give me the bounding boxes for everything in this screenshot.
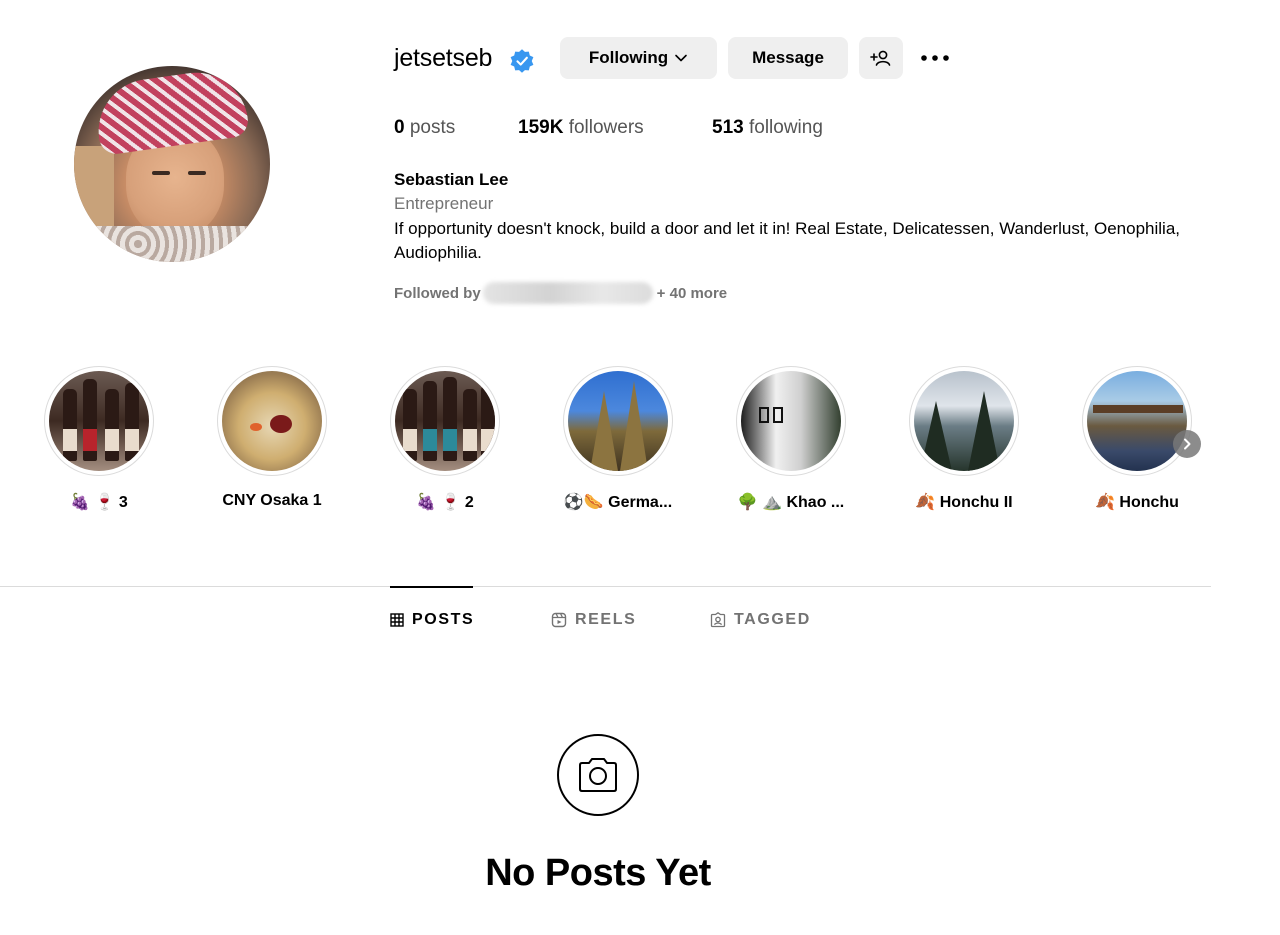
highlight-thumbnail — [1087, 371, 1187, 471]
highlight-label: 🌳 ⛰️ Khao ... — [737, 494, 845, 511]
followers-link[interactable]: 159K followers — [518, 117, 644, 139]
followed-by-prefix: Followed by — [394, 284, 481, 302]
tabs-divider — [0, 586, 1211, 587]
more-options-icon — [921, 55, 949, 61]
highlight-ring — [909, 366, 1019, 476]
tab-posts[interactable]: POSTS — [390, 611, 474, 629]
following-button-label: Following — [588, 48, 669, 67]
empty-state-camera — [557, 734, 639, 816]
highlight-ring — [390, 366, 500, 476]
story-highlight[interactable]: ⚽🌭 Germa... — [563, 366, 673, 512]
add-user-icon — [870, 50, 891, 66]
profile-username: jetsetseb — [394, 44, 493, 72]
highlights-next-button[interactable] — [1173, 430, 1201, 458]
highlight-label: ⚽🌭 Germa... — [563, 494, 673, 511]
tab-reels-label: REELS — [575, 611, 637, 628]
profile-category: Entrepreneur — [394, 194, 494, 213]
highlight-thumbnail — [914, 371, 1014, 471]
followed-by-blurred-names — [482, 282, 653, 304]
highlight-thumbnail — [49, 371, 149, 471]
grid-icon — [390, 613, 404, 627]
highlight-thumbnail — [395, 371, 495, 471]
story-highlight[interactable]: 🍇 🍷 2 — [390, 366, 500, 512]
tab-posts-label: POSTS — [412, 611, 475, 628]
following-count-label: following — [748, 117, 823, 138]
story-highlight[interactable]: CNY Osaka 1 — [217, 366, 327, 510]
posts-count-value: 0 — [394, 117, 405, 138]
profile-bio: If opportunity doesn't knock, build a do… — [394, 219, 1181, 262]
followed-by-suffix: + 40 more — [656, 284, 728, 302]
highlight-thumbnail — [222, 371, 322, 471]
following-count-value: 513 — [712, 117, 744, 138]
profile-full-name: Sebastian Lee — [394, 170, 509, 189]
highlight-thumbnail — [741, 371, 841, 471]
story-highlight[interactable]: 🍇 🍷 3 — [44, 366, 154, 512]
highlight-label: 🍂 Honchu II — [915, 494, 1013, 511]
avatar-shirt — [84, 226, 264, 262]
highlight-ring — [44, 366, 154, 476]
story-highlight[interactable]: 🍂 Honchu II — [909, 366, 1019, 512]
followers-count-value: 159K — [518, 117, 564, 138]
following-link[interactable]: 513 following — [712, 117, 823, 139]
story-highlight[interactable]: 🌳 ⛰️ Khao ... — [736, 366, 846, 512]
avatar-eye-left — [152, 171, 170, 175]
posts-count-label: posts — [409, 117, 456, 138]
tab-reels[interactable]: REELS — [551, 611, 636, 629]
suggested-users-button[interactable] — [859, 37, 903, 79]
more-options-button[interactable] — [915, 44, 955, 72]
tab-tagged-label: TAGGED — [734, 611, 811, 628]
tab-tagged[interactable]: TAGGED — [710, 611, 811, 629]
highlight-ring — [1082, 366, 1192, 476]
chevron-right-icon — [1184, 438, 1191, 450]
message-button[interactable]: Message — [728, 37, 848, 79]
active-tab-indicator — [390, 586, 473, 588]
followed-by-link[interactable]: Followed by + 40 more — [394, 282, 727, 304]
highlight-label: 🍇 🍷 3 — [70, 494, 128, 511]
avatar-eye-right — [188, 171, 206, 175]
tagged-icon — [710, 612, 726, 628]
highlight-ring — [563, 366, 673, 476]
highlight-label: CNY Osaka 1 — [222, 492, 322, 509]
avatar-headscarf — [91, 66, 251, 157]
verified-badge-icon — [510, 49, 534, 73]
profile-avatar[interactable] — [74, 66, 270, 262]
reels-icon — [551, 612, 567, 628]
highlight-ring — [736, 366, 846, 476]
empty-state-title: No Posts Yet — [485, 852, 711, 894]
posts-count: 0 posts — [394, 117, 455, 139]
camera-icon — [579, 758, 617, 792]
following-button[interactable]: Following — [560, 37, 717, 79]
message-button-label: Message — [752, 48, 824, 67]
highlight-label: 🍇 🍷 2 — [416, 494, 474, 511]
highlight-label: 🍂 Honchu — [1095, 494, 1179, 511]
highlight-thumbnail — [568, 371, 668, 471]
highlight-ring — [217, 366, 327, 476]
chevron-down-icon — [675, 54, 687, 62]
followers-count-label: followers — [568, 117, 644, 138]
